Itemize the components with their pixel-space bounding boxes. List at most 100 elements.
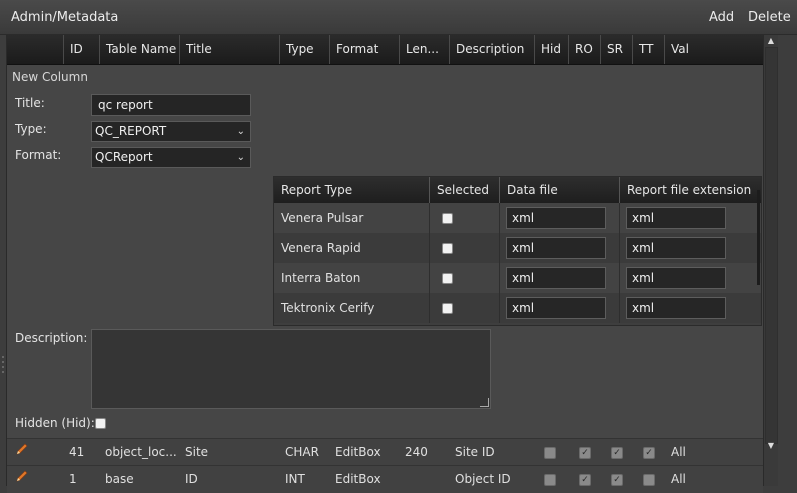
report-ext-cell: xml: [619, 233, 761, 263]
report-type-name: Interra Baton: [281, 271, 361, 285]
row-type: INT: [285, 472, 305, 486]
row-table-name: base: [105, 472, 134, 486]
resize-handle-icon[interactable]: [480, 398, 489, 407]
row-length: 240: [405, 445, 428, 459]
report-table-scrollbar[interactable]: [757, 190, 760, 285]
add-button[interactable]: Add: [709, 10, 734, 25]
report-type-table: Report Type Selected Data file extension…: [273, 176, 762, 326]
column-header-description[interactable]: Description: [449, 35, 534, 64]
data-ext-input[interactable]: xml: [506, 267, 606, 289]
column-header-format[interactable]: Format: [329, 35, 399, 64]
report-ext-input[interactable]: xml: [626, 207, 726, 229]
chevron-down-icon: ⌄: [236, 152, 245, 163]
resize-grip-dot: [2, 371, 4, 373]
column-header-id[interactable]: ID: [63, 35, 100, 64]
column-header-ro[interactable]: RO: [568, 35, 600, 64]
edit-pencil-icon[interactable]: [15, 439, 29, 466]
data-ext-input[interactable]: xml: [506, 297, 606, 319]
row-type: CHAR: [285, 445, 319, 459]
sr-checkbox-checked: ✓: [611, 447, 623, 459]
report-row: Interra Baton xml xml: [274, 263, 761, 293]
data-ext-cell: xml: [499, 263, 619, 293]
new-column-heading: New Column: [12, 70, 88, 84]
table-row[interactable]: 41 object_loc... Site CHAR EditBox 240 S…: [7, 438, 763, 466]
row-id: 41: [69, 445, 85, 459]
column-header-sr[interactable]: SR: [600, 35, 632, 64]
data-ext-input[interactable]: xml: [506, 237, 606, 259]
title-label: Title:: [15, 96, 45, 110]
report-type-name: Venera Rapid: [281, 241, 361, 255]
scroll-up-icon[interactable]: ▲: [764, 35, 778, 46]
report-ext-input[interactable]: xml: [626, 237, 726, 259]
row-title: ID: [185, 472, 198, 486]
report-ext-input[interactable]: xml: [626, 267, 726, 289]
report-row: Venera Rapid xml xml: [274, 233, 761, 263]
report-ext-cell: xml: [619, 263, 761, 293]
chevron-down-icon: ⌄: [236, 126, 245, 137]
hidden-label: Hidden (Hid):: [15, 416, 95, 430]
column-header-table-name[interactable]: Table Name: [99, 35, 179, 64]
report-type-name: Venera Pulsar: [281, 211, 364, 225]
column-header-type[interactable]: Type: [279, 35, 329, 64]
title-input[interactable]: qc report: [91, 94, 251, 116]
resize-grip-dot: [2, 356, 4, 358]
column-header-tt[interactable]: TT: [632, 35, 664, 64]
sr-checkbox-checked: ✓: [611, 474, 623, 486]
format-label: Format:: [15, 148, 62, 162]
row-title: Site: [185, 445, 209, 459]
format-select-value: QCReport: [95, 150, 153, 164]
description-label: Description:: [15, 331, 88, 345]
data-ext-input[interactable]: xml: [506, 207, 606, 229]
selected-checkbox[interactable]: [442, 303, 453, 314]
hid-checkbox: [544, 474, 556, 486]
report-ext-input[interactable]: xml: [626, 297, 726, 319]
description-textarea[interactable]: [91, 329, 491, 409]
hidden-checkbox[interactable]: [95, 418, 106, 429]
row-id: 1: [69, 472, 77, 486]
row-val: All: [671, 445, 686, 459]
selected-cell: [429, 263, 499, 293]
selected-cell: [429, 293, 499, 323]
column-header-length[interactable]: Len...: [399, 35, 449, 64]
row-table-name: object_loc...: [105, 445, 177, 459]
report-row: Venera Pulsar xml xml: [274, 203, 761, 233]
tt-checkbox: [643, 474, 655, 486]
hid-checkbox: [544, 447, 556, 459]
metadata-grid: ID Table Name Title Type Format Len... D…: [6, 35, 763, 493]
scrollbar-thumb[interactable]: [765, 47, 778, 444]
vertical-scrollbar[interactable]: ▲ ▼: [763, 35, 778, 486]
data-ext-cell: xml: [499, 203, 619, 233]
ro-checkbox-checked: ✓: [579, 447, 591, 459]
data-ext-cell: xml: [499, 293, 619, 323]
column-header-val[interactable]: Val: [664, 35, 763, 64]
page-title: Admin/Metadata: [11, 10, 119, 25]
edit-pencil-icon[interactable]: [15, 466, 29, 493]
type-select[interactable]: QC_REPORT ⌄: [91, 121, 251, 142]
row-format: EditBox: [335, 445, 381, 459]
scroll-down-icon[interactable]: ▼: [764, 440, 778, 451]
table-row[interactable]: 1 base ID INT EditBox Object ID ✓ ✓ All: [7, 465, 763, 493]
report-type-name: Tektronix Cerify: [281, 301, 375, 315]
data-ext-header: Data file extension: [499, 177, 619, 223]
delete-button[interactable]: Delete: [748, 10, 791, 25]
report-type-header: Report Type: [274, 177, 429, 203]
report-ext-cell: xml: [619, 293, 761, 323]
selected-cell: [429, 233, 499, 263]
report-ext-cell: xml: [619, 203, 761, 233]
grid-header: ID Table Name Title Type Format Len... D…: [7, 35, 763, 65]
selected-checkbox[interactable]: [442, 273, 453, 284]
column-header-title[interactable]: Title: [179, 35, 279, 64]
row-val: All: [671, 472, 686, 486]
row-format: EditBox: [335, 472, 381, 486]
selected-checkbox[interactable]: [442, 243, 453, 254]
column-header-hid[interactable]: Hid: [534, 35, 568, 64]
resize-grip-dot: [2, 366, 4, 368]
data-ext-cell: xml: [499, 233, 619, 263]
format-select[interactable]: QCReport ⌄: [91, 147, 251, 168]
selected-header: Selected: [429, 177, 499, 203]
row-description: Object ID: [455, 472, 511, 486]
resize-grip-dot: [2, 361, 4, 363]
selected-checkbox[interactable]: [442, 213, 453, 224]
ro-checkbox-checked: ✓: [579, 474, 591, 486]
tt-checkbox-checked: ✓: [643, 447, 655, 459]
